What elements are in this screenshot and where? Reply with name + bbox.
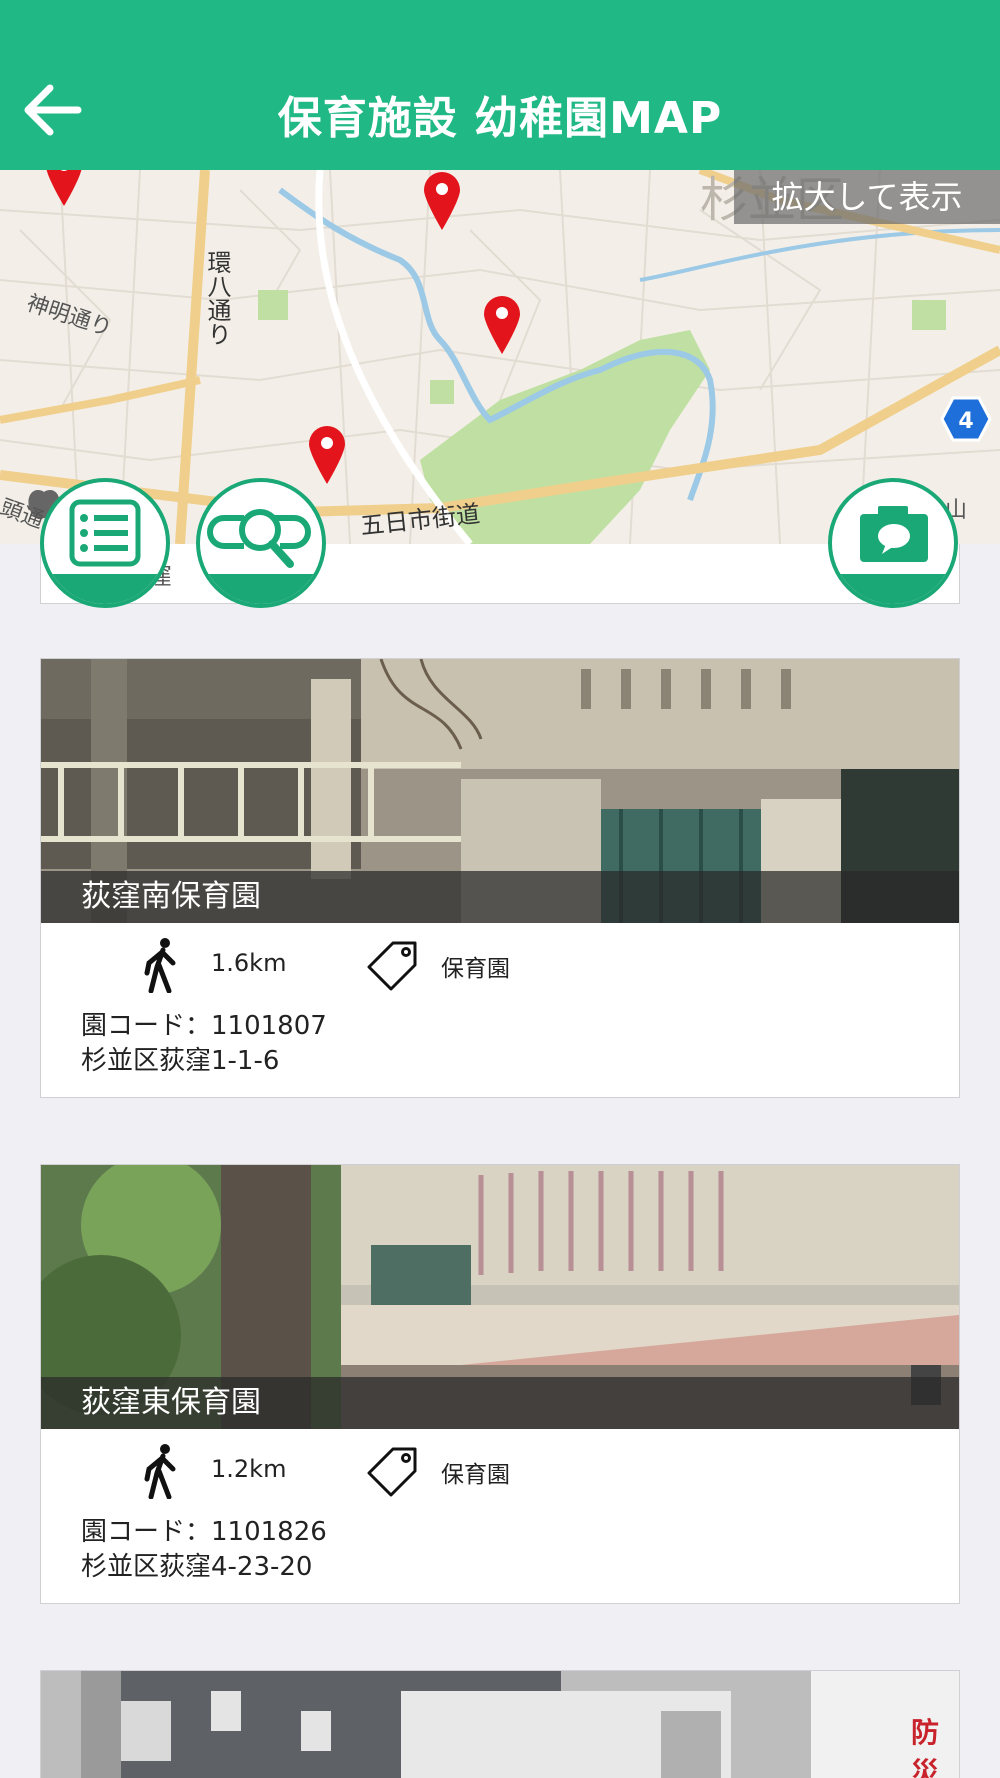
- facility-card[interactable]: 荻窪東保育園 1.2km 保育園 園コード：1101826 杉並区荻窪4-23-…: [40, 1164, 960, 1604]
- facility-details: 園コード：1101826 杉並区荻窪4-23-20: [41, 1515, 959, 1603]
- facility-info-row: 1.6km 保育園: [41, 923, 959, 1009]
- distance-text: 1.6km: [211, 949, 287, 977]
- map-road-label-kanpachi: 環八通り: [203, 250, 231, 346]
- app-header: 保育施設 幼稚園MAP: [0, 0, 1000, 170]
- page-title: 保育施設 幼稚園MAP: [277, 93, 723, 144]
- camera-icon: [860, 506, 928, 562]
- map-pin-icon[interactable]: [482, 294, 522, 356]
- facility-address: 杉並区荻窪4-23-20: [81, 1552, 313, 1582]
- facility-card[interactable]: 防災: [40, 1670, 960, 1778]
- map-pin-icon[interactable]: [422, 170, 462, 232]
- svg-text:4: 4: [958, 409, 973, 434]
- walking-icon: [144, 938, 176, 993]
- facility-details: 園コード：1101807 杉並区荻窪1-1-6: [41, 1009, 959, 1097]
- facility-name: 荻窪東保育園: [81, 1385, 261, 1420]
- map-pin-icon[interactable]: [307, 424, 347, 486]
- list-view-button[interactable]: [40, 478, 170, 608]
- building-photo: [41, 1671, 959, 1778]
- tag-icon: [367, 1447, 417, 1497]
- search-icon: [207, 509, 311, 568]
- search-result-strip: [40, 544, 960, 604]
- sign-text: 防災: [911, 1716, 940, 1778]
- facility-info-row: 1.2km 保育園: [41, 1429, 959, 1515]
- list-icon: [69, 499, 141, 567]
- map-pin-icon[interactable]: [44, 170, 84, 208]
- facility-address: 杉並区荻窪1-1-6: [81, 1046, 280, 1076]
- facility-photo: 荻窪東保育園: [41, 1165, 959, 1429]
- tag-icon: [367, 941, 417, 991]
- facility-code: 園コード：1101826: [81, 1517, 327, 1547]
- camera-button[interactable]: [828, 478, 958, 608]
- category-text: 保育園: [441, 1462, 510, 1488]
- category-text: 保育園: [441, 956, 510, 982]
- facility-card[interactable]: 荻窪南保育園 1.6km 保育園 園コード：1101807 杉並区荻窪1-1-6: [40, 658, 960, 1098]
- walking-icon: [144, 1444, 176, 1499]
- facility-code: 園コード：1101807: [81, 1011, 327, 1041]
- expand-map-button[interactable]: 拡大して表示: [734, 170, 1000, 224]
- route-shield-icon: 4: [940, 396, 992, 442]
- facility-name: 荻窪南保育園: [81, 879, 261, 914]
- search-button[interactable]: [196, 478, 326, 608]
- distance-text: 1.2km: [211, 1455, 287, 1483]
- facility-photo: 荻窪南保育園: [41, 659, 959, 923]
- facility-photo: 防災: [41, 1671, 959, 1778]
